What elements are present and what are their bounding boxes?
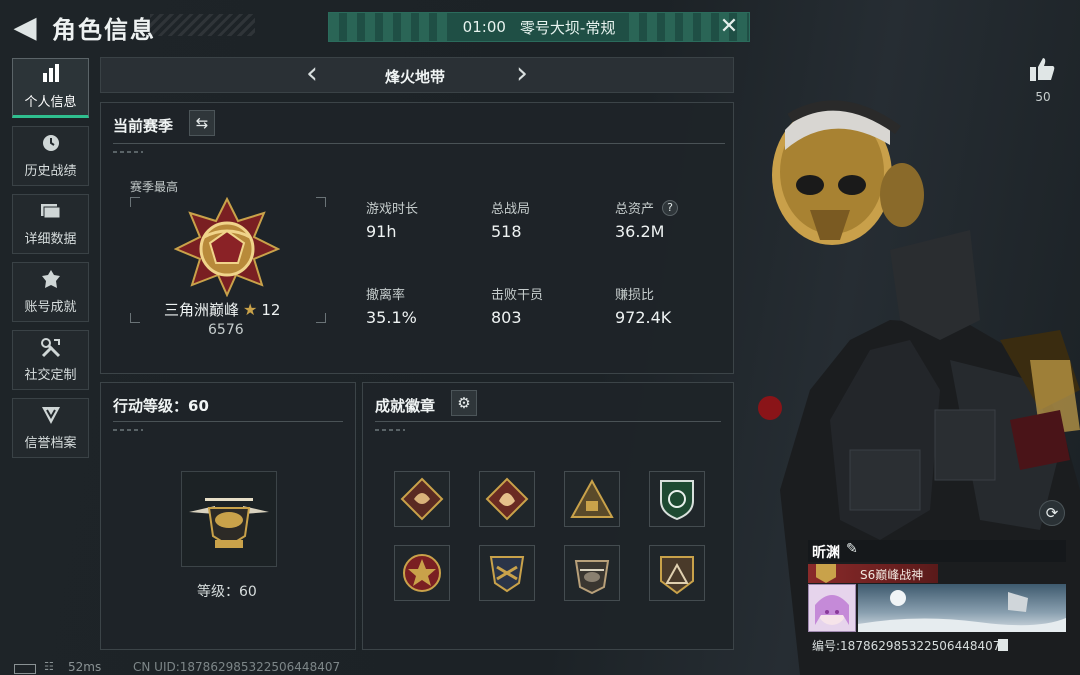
level-text: 等级：60 — [197, 584, 257, 600]
rank-name-row: 三角洲巅峰 ★ 12 — [164, 299, 280, 320]
ping-text: 52ms — [68, 660, 102, 674]
shield-badge-icon[interactable] — [649, 471, 705, 527]
triangle-badge-icon[interactable] — [649, 545, 705, 601]
stat-kills: 击败干员 803 — [491, 284, 543, 327]
stat-label: 总战局 — [491, 202, 531, 217]
rank-medal-box: 三角洲巅峰 ★ 12 — [130, 197, 326, 323]
avatar[interactable] — [808, 584, 856, 632]
divider-dashes — [113, 151, 143, 153]
helicopter-badge-icon[interactable] — [564, 545, 620, 601]
back-arrow-icon[interactable]: ◀ — [12, 10, 38, 45]
stat-total-matches: 总战局 518 — [491, 198, 530, 241]
mode-title: 烽火地带 — [384, 68, 445, 86]
page-title: 角色信息 — [52, 16, 156, 44]
profile-banner-image — [858, 584, 1066, 632]
bar-chart-icon — [41, 64, 61, 88]
rank-score: 6576 — [208, 322, 244, 338]
clock-icon — [41, 133, 61, 157]
rank-medal-icon — [174, 197, 280, 297]
badges-title: 成就徽章 — [375, 397, 436, 415]
stat-value: 91h — [366, 222, 397, 241]
thumbs-up-icon[interactable] — [1028, 55, 1058, 85]
star-icon: ★ — [243, 300, 258, 319]
stat-label: 赚损比 — [615, 288, 655, 303]
gear-icon[interactable]: ⚙ — [451, 390, 477, 416]
credit-icon — [40, 405, 62, 429]
divider — [113, 421, 343, 422]
tools-icon — [40, 337, 62, 361]
player-name: 昕渊 — [812, 545, 840, 561]
help-icon[interactable]: ? — [662, 199, 679, 216]
stat-label: 击败干员 — [491, 288, 544, 303]
battery-icon — [14, 664, 36, 674]
nav-label: 账号成就 — [24, 300, 77, 315]
stat-label: 游戏时长 — [366, 202, 419, 217]
stat-value: 972.4K — [615, 308, 672, 327]
rotate-icon[interactable]: ⟳ — [1039, 500, 1065, 526]
action-level-panel: 行动等级：60 等级：60 — [100, 382, 356, 650]
dragon-badge-icon[interactable] — [394, 471, 450, 527]
nav-item-detailed-data[interactable]: 详细数据 — [12, 194, 89, 254]
season-best-label: 赛季最高 — [130, 180, 179, 194]
stat-value: 803 — [491, 308, 522, 327]
stat-value: 36.2M — [615, 222, 665, 241]
title-hatch-decoration — [150, 14, 255, 36]
nav-item-credit-file[interactable]: 信誉档案 — [12, 398, 89, 458]
edit-pencil-icon[interactable]: ✎ — [846, 541, 858, 557]
copy-icon[interactable] — [998, 639, 1008, 651]
dragon-badge-2-icon[interactable] — [479, 471, 535, 527]
stat-total-assets: 总资产 ? 36.2M — [615, 198, 679, 241]
chevron-left-icon[interactable]: ‹ — [300, 58, 324, 92]
player-id: 编号:1878629853225064484​07 — [812, 639, 1001, 653]
banner-mode: 零号大坝-常规 — [519, 18, 616, 37]
nav-label: 信誉档案 — [24, 436, 77, 451]
divider-dashes — [113, 429, 143, 431]
stat-play-time: 游戏时长 91h — [366, 198, 418, 241]
divider — [113, 143, 725, 144]
nav-item-personal-info[interactable]: 个人信息 — [12, 58, 89, 118]
achievement-icon — [41, 269, 61, 293]
rank-name: 三角洲巅峰 — [164, 301, 240, 319]
stat-label: 撤离率 — [366, 288, 406, 303]
stat-profit-ratio: 赚损比 972.4K — [615, 284, 671, 327]
crest-badge-icon[interactable] — [479, 545, 535, 601]
nav-label: 个人信息 — [24, 95, 77, 110]
rank-stars: 12 — [261, 300, 281, 319]
achievement-badges-panel: 成就徽章 ⚙ — [362, 382, 734, 650]
stat-extract-rate: 撤离率 35.1% — [366, 284, 417, 327]
nav-item-history[interactable]: 历史战绩 — [12, 126, 89, 186]
pyramid-badge-icon[interactable] — [564, 471, 620, 527]
nav-label: 社交定制 — [24, 368, 77, 383]
helicopter-level-icon — [181, 471, 277, 567]
stat-value: 35.1% — [366, 308, 417, 327]
stat-value: 518 — [491, 222, 522, 241]
match-banner: 01:00 零号大坝-常规 ✕ — [328, 12, 750, 42]
banner-chevrons-left — [329, 13, 449, 41]
folder-icon — [40, 201, 62, 225]
banner-time: 01:00 — [462, 18, 506, 36]
wifi-icon: ☷ — [44, 660, 54, 673]
divider — [375, 421, 721, 422]
close-icon[interactable]: ✕ — [717, 15, 741, 39]
player-title: S6巅峰战神 — [860, 568, 924, 582]
season-title: 当前赛季 — [113, 117, 174, 135]
swap-icon[interactable]: ⇆ — [189, 110, 215, 136]
nav-label: 历史战绩 — [24, 164, 77, 179]
nav-item-social-custom[interactable]: 社交定制 — [12, 330, 89, 390]
like-count: 50 — [1035, 90, 1051, 104]
profile-card: 昕渊 ✎ S6巅峰战神 编号:1878629853225064484​07 — [808, 540, 1066, 664]
nav-item-achievements[interactable]: 账号成就 — [12, 262, 89, 322]
action-level-title: 行动等级：60 — [113, 397, 209, 415]
uid-text: CN UID:1878629853225064484​07 — [133, 660, 341, 674]
divider-dashes — [375, 429, 405, 431]
nav-label: 详细数据 — [24, 232, 77, 247]
star-badge-icon[interactable] — [394, 545, 450, 601]
chevron-right-icon[interactable]: › — [510, 58, 534, 92]
stat-label: 总资产 — [615, 202, 655, 217]
